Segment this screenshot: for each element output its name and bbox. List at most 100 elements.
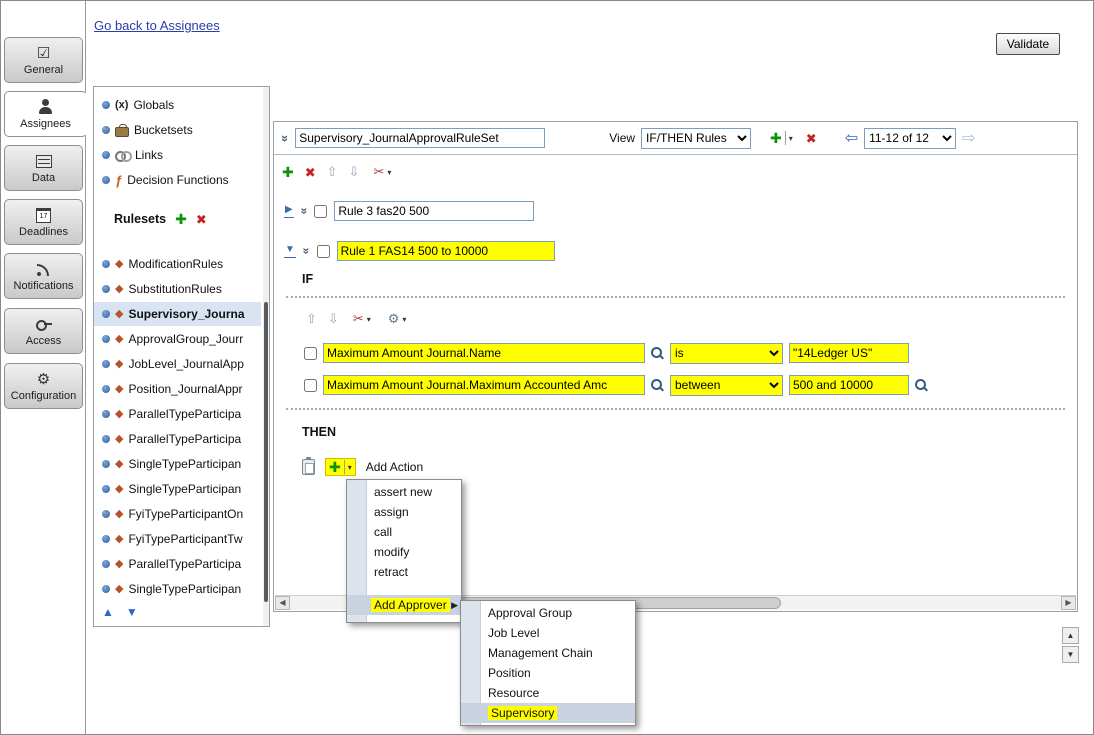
tree-item-ruleset[interactable]: ◆ ParallelTypeParticipa	[94, 402, 261, 426]
menu-item-modify[interactable]: modify	[347, 542, 461, 562]
collapse-panel-icon[interactable]: »	[278, 134, 293, 141]
condition-left-field[interactable]	[323, 375, 645, 395]
tab-general[interactable]: ☑ General	[4, 37, 83, 83]
scroll-down-icon[interactable]: ▼	[126, 605, 138, 619]
collapse-chevron-icon[interactable]: »	[299, 248, 313, 255]
move-up-icon[interactable]: ⇧	[306, 311, 317, 327]
search-icon[interactable]	[915, 379, 928, 392]
briefcase-icon	[115, 127, 129, 137]
condition-operator-select[interactable]: between	[670, 375, 783, 396]
menu-item-resource[interactable]: Resource	[461, 683, 635, 703]
menu-item-supervisory[interactable]: Supervisory	[461, 703, 635, 723]
search-icon[interactable]	[651, 379, 664, 392]
add-ruleset-button[interactable]: ✚	[175, 212, 187, 226]
add-action-split-button[interactable]: ✚ ▾	[325, 458, 356, 476]
menu-item-call[interactable]: call	[347, 522, 461, 542]
view-label: View	[609, 131, 635, 145]
add-action-label: Add Action	[366, 460, 423, 474]
search-icon[interactable]	[651, 347, 664, 360]
validate-button[interactable]: Validate	[996, 33, 1060, 55]
tab-notifications[interactable]: Notifications	[4, 253, 83, 299]
tree-item-ruleset[interactable]: ◆ ModificationRules	[94, 252, 261, 276]
pagination-select[interactable]: 11-12 of 12	[864, 128, 956, 149]
tree-item-decision-functions[interactable]: ƒ Decision Functions	[94, 168, 261, 192]
tree-item-ruleset[interactable]: ◆ Position_JournalAppr	[94, 377, 261, 401]
tree-item-ruleset-selected[interactable]: ◆ Supervisory_Journa	[94, 302, 261, 326]
tab-label: Notifications	[14, 280, 74, 292]
tree-item-ruleset[interactable]: ◆ ParallelTypeParticipa	[94, 427, 261, 451]
menu-item-position[interactable]: Position	[461, 663, 635, 683]
delete-ruleset-button[interactable]: ✖	[196, 213, 207, 226]
tree-item-label: ParallelTypeParticipa	[128, 432, 241, 446]
collapse-chevron-icon[interactable]: »	[297, 208, 311, 215]
menu-item-job-level[interactable]: Job Level	[461, 623, 635, 643]
tree-item-ruleset[interactable]: ◆ SingleTypeParticipan	[94, 477, 261, 501]
tab-access[interactable]: Access	[4, 308, 83, 354]
menu-item-assert-new[interactable]: assert new	[347, 482, 461, 502]
paste-icon[interactable]	[302, 459, 315, 475]
scroll-right-icon[interactable]: ▶	[1061, 596, 1076, 610]
expand-rule-icon[interactable]: ▶	[284, 205, 294, 218]
rule-checkbox[interactable]	[317, 245, 330, 258]
delete-rule-button[interactable]: ✖	[806, 132, 817, 145]
tree-item-bucketsets[interactable]: Bucketsets	[94, 118, 261, 142]
delete-icon[interactable]: ✖	[305, 166, 316, 179]
scroll-up-icon[interactable]: ▲	[102, 605, 114, 619]
add-action-menu: assert new assign call modify retract Ad…	[346, 479, 462, 623]
feed-icon	[36, 261, 51, 278]
add-rule-split-button[interactable]: ✚ ▾	[767, 130, 796, 146]
tree-item-globals[interactable]: (x) Globals	[94, 93, 261, 117]
menu-item-management-chain[interactable]: Management Chain	[461, 643, 635, 663]
tree-scrollbar[interactable]	[263, 87, 269, 626]
tree-item-ruleset[interactable]: ◆ FyiTypeParticipantOn	[94, 502, 261, 526]
collapse-rule-icon[interactable]: ▼	[284, 245, 296, 258]
ruleset-name-field[interactable]	[295, 128, 545, 148]
tree-item-ruleset[interactable]: ◆ JobLevel_JournalApp	[94, 352, 261, 376]
condition-checkbox[interactable]	[304, 379, 317, 392]
cut-split-button[interactable]: ✂ ▾	[350, 310, 374, 328]
tree-item-label: ParallelTypeParticipa	[128, 407, 241, 421]
tree-item-ruleset[interactable]: ◆ FyiTypeParticipantTw	[94, 527, 261, 551]
tree-item-label: SubstitutionRules	[128, 282, 221, 296]
condition-right-field[interactable]	[789, 375, 909, 395]
rule-name-field[interactable]	[334, 201, 534, 221]
previous-page-icon[interactable]: ⇦	[845, 128, 858, 148]
move-down-icon[interactable]: ⇩	[328, 311, 339, 327]
menu-item-retract[interactable]: retract	[347, 562, 461, 582]
menu-item-add-approver[interactable]: Add Approver ▶	[347, 595, 461, 615]
rule-name-field-highlighted[interactable]	[337, 241, 555, 261]
menu-item-assign[interactable]: assign	[347, 502, 461, 522]
tree-item-links[interactable]: Links	[94, 143, 261, 167]
scroll-left-icon[interactable]: ◀	[275, 596, 290, 610]
condition-right-field[interactable]	[789, 343, 909, 363]
scroll-up-icon[interactable]: ▲	[1062, 627, 1079, 644]
cut-split-button[interactable]: ✂ ▾	[370, 163, 394, 181]
go-back-link[interactable]: Go back to Assignees	[94, 18, 220, 33]
ruleset-icon: ◆	[115, 584, 123, 595]
view-select[interactable]: IF/THEN Rules	[641, 128, 751, 149]
condition-operator-select[interactable]: is	[670, 343, 783, 364]
next-page-icon[interactable]: ⇨	[962, 128, 975, 148]
move-up-icon[interactable]: ⇧	[327, 164, 338, 180]
condition-left-field[interactable]	[323, 343, 645, 363]
bullet-icon	[102, 510, 110, 518]
tree-item-ruleset[interactable]: ◆ SingleTypeParticipan	[94, 452, 261, 476]
condition-checkbox[interactable]	[304, 347, 317, 360]
add-icon[interactable]: ✚	[282, 165, 294, 179]
tree-item-ruleset[interactable]: ◆ ParallelTypeParticipa	[94, 552, 261, 576]
rule-checkbox[interactable]	[314, 205, 327, 218]
settings-split-button[interactable]: ⚙ ▾	[385, 310, 410, 328]
tree-item-ruleset[interactable]: ◆ ApprovalGroup_Jourr	[94, 327, 261, 351]
move-down-icon[interactable]: ⇩	[349, 164, 360, 180]
tab-data[interactable]: Data	[4, 145, 83, 191]
bullet-icon	[102, 335, 110, 343]
tree-item-ruleset[interactable]: ◆ SingleTypeParticipan	[94, 577, 261, 601]
tree-scrollbar-thumb[interactable]	[264, 302, 268, 602]
tree-scroll-buttons: ▲ ▼	[102, 605, 138, 619]
tab-deadlines[interactable]: 17 Deadlines	[4, 199, 83, 245]
tree-item-ruleset[interactable]: ◆ SubstitutionRules	[94, 277, 261, 301]
tab-configuration[interactable]: ⚙ Configuration	[4, 363, 83, 409]
tab-assignees[interactable]: Assignees	[4, 91, 87, 137]
scroll-down-icon[interactable]: ▼	[1062, 646, 1079, 663]
menu-item-approval-group[interactable]: Approval Group	[461, 603, 635, 623]
